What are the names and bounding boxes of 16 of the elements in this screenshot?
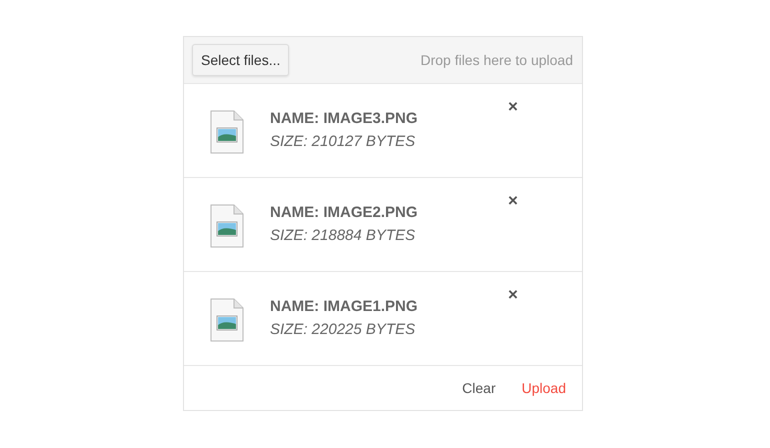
- file-size: SIZE: 218884 BYTES: [270, 227, 416, 244]
- remove-button[interactable]: ×: [506, 98, 520, 115]
- file-name: NAME: IMAGE3.PNG: [270, 110, 418, 127]
- remove-button[interactable]: ×: [506, 286, 520, 303]
- drop-hint: Drop files here to upload: [420, 52, 573, 68]
- file-size: SIZE: 210127 BYTES: [270, 133, 416, 150]
- upload-button[interactable]: Upload: [514, 376, 574, 400]
- file-name: NAME: IMAGE2.PNG: [270, 204, 418, 221]
- image-file-icon: [210, 298, 244, 342]
- file-size: SIZE: 220225 BYTES: [270, 321, 416, 338]
- image-file-icon: [210, 110, 244, 154]
- file-name: NAME: IMAGE1.PNG: [270, 298, 418, 315]
- image-file-icon: [210, 204, 244, 248]
- remove-button[interactable]: ×: [506, 192, 520, 209]
- clear-button[interactable]: Clear: [454, 376, 504, 400]
- select-files-button[interactable]: Select files...: [192, 44, 290, 76]
